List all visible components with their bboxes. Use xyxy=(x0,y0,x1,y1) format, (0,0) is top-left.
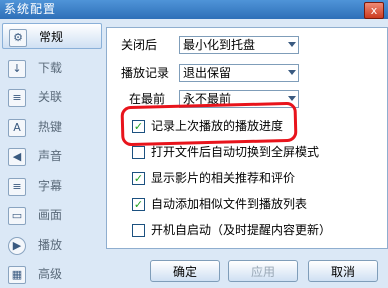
sidebar-item-label: 热键 xyxy=(38,120,63,134)
chevron-down-icon xyxy=(288,96,296,101)
sidebar-item-label: 声音 xyxy=(38,149,63,163)
sidebar-item-download[interactable]: ↓ 下载 xyxy=(2,55,102,81)
settings-panel: 关闭后 最小化到托盘 播放记录 退出保留 在最前 永不最前 ✓ 记录上次播放的播… xyxy=(106,27,388,249)
advanced-icon: ▦ xyxy=(8,266,26,284)
sidebar-item-general[interactable]: ⚙ 常规 xyxy=(2,23,102,49)
cancel-button[interactable]: 取消 xyxy=(308,260,378,282)
sidebar-item-advanced[interactable]: ▦ 高级 xyxy=(2,261,102,287)
sidebar-item-hotkeys[interactable]: A 热键 xyxy=(2,114,102,140)
sidebar-item-association[interactable]: ≡ 关联 xyxy=(2,84,102,110)
window-title: 系统配置 xyxy=(4,2,57,16)
close-button[interactable]: x xyxy=(364,2,384,19)
sidebar-item-sound[interactable]: ◀ 声音 xyxy=(2,143,102,169)
playback-log-label: 播放记录 xyxy=(121,66,170,80)
sidebar-item-playback[interactable]: ▶ 播放 xyxy=(2,232,102,258)
download-icon: ↓ xyxy=(8,60,26,78)
sidebar-item-display[interactable]: ▭ 画面 xyxy=(2,202,102,228)
speaker-icon: ◀ xyxy=(8,148,26,166)
chevron-down-icon xyxy=(288,70,296,75)
screen-icon: ▭ xyxy=(8,207,26,225)
settings-window: 系统配置 x ⚙ 常规 ↓ 下载 ≡ 关联 A 热键 ◀ 声音 ≡ 字幕 ▭ 画… xyxy=(0,0,388,288)
title-bar[interactable]: 系统配置 x xyxy=(0,0,388,19)
chevron-down-icon xyxy=(288,42,296,47)
window-body: ⚙ 常规 ↓ 下载 ≡ 关联 A 热键 ◀ 声音 ≡ 字幕 ▭ 画面 ▶ 播放 … xyxy=(0,19,388,288)
subtitle-icon: ≡ xyxy=(8,178,26,196)
close-after-label: 关闭后 xyxy=(121,38,158,52)
keyboard-icon: A xyxy=(8,119,26,137)
document-icon: ≡ xyxy=(8,89,26,107)
close-after-select[interactable]: 最小化到托盘 xyxy=(179,36,299,54)
sidebar-item-label: 画面 xyxy=(38,208,63,222)
apply-button[interactable]: 应用 xyxy=(228,260,298,282)
gear-icon: ⚙ xyxy=(9,29,27,47)
autostart-label: 开机自启动（及时提醒内容更新） xyxy=(151,223,332,237)
sidebar-item-label: 字幕 xyxy=(38,179,63,193)
play-icon: ▶ xyxy=(8,237,26,255)
sidebar-item-label: 关联 xyxy=(38,90,63,104)
sidebar-item-label: 播放 xyxy=(38,238,63,252)
show-recommendations-label: 显示影片的相关推荐和评价 xyxy=(151,171,296,185)
sidebar: ⚙ 常规 ↓ 下载 ≡ 关联 A 热键 ◀ 声音 ≡ 字幕 ▭ 画面 ▶ 播放 … xyxy=(2,21,102,286)
auto-fullscreen-checkbox[interactable] xyxy=(132,146,145,159)
auto-fullscreen-label: 打开文件后自动切换到全屏模式 xyxy=(151,145,320,159)
highlight-annotation xyxy=(120,101,298,147)
playback-log-select[interactable]: 退出保留 xyxy=(179,64,299,82)
sidebar-item-label: 常规 xyxy=(39,30,64,44)
show-recommendations-checkbox[interactable]: ✓ xyxy=(132,172,145,185)
playback-log-value: 退出保留 xyxy=(183,66,232,80)
close-after-value: 最小化到托盘 xyxy=(183,38,256,52)
auto-add-similar-label: 自动添加相似文件到播放列表 xyxy=(151,197,308,211)
ok-button[interactable]: 确定 xyxy=(150,260,220,282)
autostart-checkbox[interactable] xyxy=(132,224,145,237)
sidebar-item-subtitles[interactable]: ≡ 字幕 xyxy=(2,173,102,199)
auto-add-similar-checkbox[interactable]: ✓ xyxy=(132,198,145,211)
sidebar-item-label: 高级 xyxy=(38,267,63,281)
sidebar-item-label: 下载 xyxy=(38,61,63,75)
